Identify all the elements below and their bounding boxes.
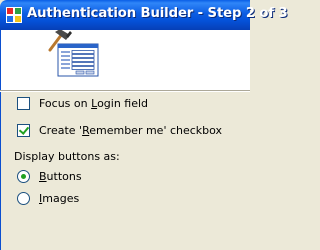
- focus-login-checkbox[interactable]: [17, 97, 30, 110]
- remember-me-label: Create 'Remember me' checkbox: [39, 124, 223, 137]
- remember-me-checkbox[interactable]: [17, 124, 30, 137]
- images-radio[interactable]: [17, 192, 30, 205]
- remember-me-checkbox-row[interactable]: Create 'Remember me' checkbox: [17, 124, 222, 137]
- buttons-radio-label: Buttons: [39, 170, 82, 183]
- buttons-radio-row[interactable]: Buttons: [17, 170, 82, 183]
- app-icon: [6, 7, 22, 23]
- images-radio-row[interactable]: Images: [17, 192, 79, 205]
- buttons-radio[interactable]: [17, 170, 30, 183]
- images-radio-label: Images: [39, 192, 80, 205]
- wizard-header: [0, 30, 250, 90]
- focus-login-checkbox-row[interactable]: Focus on Login field: [17, 97, 148, 110]
- display-buttons-label: Display buttons as:: [14, 150, 120, 163]
- title-bar[interactable]: Authentication Builder - Step 2 of 3: [0, 0, 288, 30]
- window-title: Authentication Builder - Step 2 of 3: [27, 6, 288, 21]
- focus-login-label: Focus on Login field: [39, 97, 149, 110]
- builder-hammer-form-icon: [48, 30, 99, 77]
